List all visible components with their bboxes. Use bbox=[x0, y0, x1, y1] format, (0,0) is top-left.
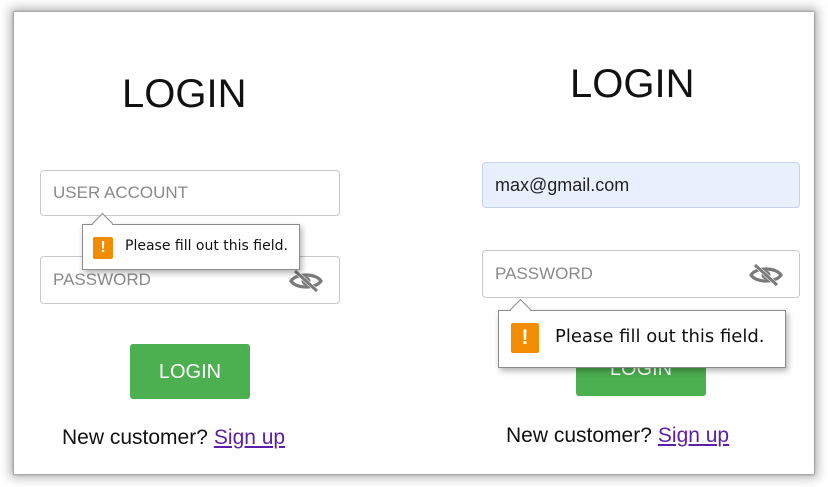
warning-icon: ! bbox=[93, 237, 113, 259]
page-title: LOGIN bbox=[570, 62, 695, 106]
login-panel-left: LOGIN LOGIN New customer? Sign up ! Pleas… bbox=[14, 12, 394, 474]
sign-up-link[interactable]: Sign up bbox=[214, 426, 285, 449]
signup-prompt: New customer? Sign up bbox=[62, 426, 285, 450]
tooltip-arrow bbox=[509, 298, 532, 321]
warning-icon: ! bbox=[511, 323, 539, 353]
validation-message: Please fill out this field. bbox=[555, 326, 765, 347]
validation-tooltip: ! Please fill out this field. bbox=[82, 212, 300, 270]
user-account-field bbox=[482, 162, 800, 208]
login-button[interactable]: LOGIN bbox=[130, 344, 250, 399]
page-title: LOGIN bbox=[122, 72, 247, 116]
user-account-field bbox=[40, 170, 340, 216]
screenshot-frame: LOGIN LOGIN New customer? Sign up ! Pleas… bbox=[14, 12, 814, 474]
user-account-input[interactable] bbox=[41, 171, 339, 215]
validation-tooltip: ! Please fill out this field. bbox=[498, 298, 786, 368]
signup-prompt: New customer? Sign up bbox=[506, 424, 729, 448]
password-field bbox=[482, 250, 800, 298]
eye-off-icon[interactable] bbox=[289, 269, 323, 293]
sign-up-link[interactable]: Sign up bbox=[658, 424, 729, 447]
new-customer-text: New customer? bbox=[62, 426, 208, 449]
login-panel-right: LOGIN LOGIN New customer?Sign up ! Pleas… bbox=[414, 12, 814, 474]
eye-off-icon[interactable] bbox=[749, 263, 783, 287]
tooltip-arrow bbox=[91, 212, 114, 235]
user-account-input[interactable] bbox=[483, 163, 799, 207]
new-customer-text: New customer? bbox=[506, 424, 652, 447]
validation-message: Please fill out this field. bbox=[125, 238, 288, 254]
